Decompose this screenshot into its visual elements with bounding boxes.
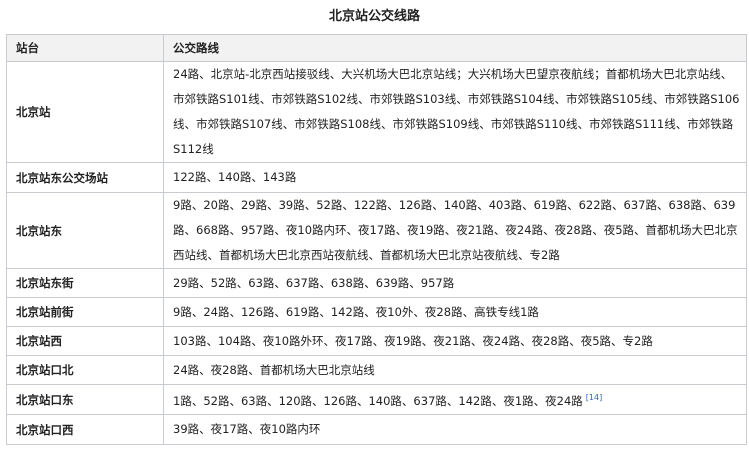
station-name: 北京站东公交场站 — [6, 162, 164, 193]
bus-lines-text: 1路、52路、63路、120路、126路、140路、637路、142路、夜1路、… — [173, 394, 583, 408]
station-name: 北京站东 — [6, 192, 164, 269]
bus-lines: 39路、夜17路、夜10路内环 — [163, 414, 747, 445]
bus-lines: 24路、北京站-北京西站接驳线、大兴机场大巴北京站线；大兴机场大巴望京夜航线；首… — [163, 61, 747, 163]
header-station: 站台 — [6, 34, 164, 62]
bus-lines-text: 9路、20路、29路、39路、52路、122路、126路、140路、403路、6… — [173, 198, 738, 262]
station-name: 北京站东街 — [6, 268, 164, 298]
table-header-row: 站台 公交路线 — [6, 34, 747, 62]
table-row: 北京站东公交场站 122路、140路、143路 — [6, 162, 747, 193]
bus-lines: 9路、24路、126路、619路、142路、夜10外、夜28路、高铁专线1路 — [163, 297, 747, 327]
bus-lines: 122路、140路、143路 — [163, 162, 747, 193]
table-row: 北京站口北 24路、夜28路、首都机场大巴北京站线 — [6, 355, 747, 385]
bus-lines-text: 29路、52路、63路、637路、638路、639路、957路 — [173, 275, 455, 290]
station-name: 北京站西 — [6, 326, 164, 356]
station-name: 北京站口东 — [6, 384, 164, 415]
station-name: 北京站口西 — [6, 414, 164, 445]
header-bus-lines: 公交路线 — [163, 34, 747, 62]
table-row: 北京站口西 39路、夜17路、夜10路内环 — [6, 414, 747, 445]
table-row: 北京站前街 9路、24路、126路、619路、142路、夜10外、夜28路、高铁… — [6, 297, 747, 327]
bus-routes-table: 站台 公交路线 北京站 24路、北京站-北京西站接驳线、大兴机场大巴北京站线；大… — [6, 34, 747, 445]
table-row: 北京站 24路、北京站-北京西站接驳线、大兴机场大巴北京站线；大兴机场大巴望京夜… — [6, 61, 747, 163]
table-row: 北京站西 103路、104路、夜10路外环、夜17路、夜19路、夜21路、夜24… — [6, 326, 747, 356]
bus-lines-text: 9路、24路、126路、619路、142路、夜10外、夜28路、高铁专线1路 — [173, 304, 539, 319]
bus-lines: 24路、夜28路、首都机场大巴北京站线 — [163, 355, 747, 385]
bus-lines-text: 24路、夜28路、首都机场大巴北京站线 — [173, 362, 375, 377]
bus-lines: 9路、20路、29路、39路、52路、122路、126路、140路、403路、6… — [163, 192, 747, 269]
bus-lines-text: 24路、北京站-北京西站接驳线、大兴机场大巴北京站线；大兴机场大巴望京夜航线；首… — [173, 67, 740, 156]
table-row: 北京站口东 1路、52路、63路、120路、126路、140路、637路、142… — [6, 384, 747, 415]
station-name: 北京站口北 — [6, 355, 164, 385]
bus-lines-text: 103路、104路、夜10路外环、夜17路、夜19路、夜21路、夜24路、夜28… — [173, 333, 653, 348]
station-name: 北京站前街 — [6, 297, 164, 327]
bus-lines: 29路、52路、63路、637路、638路、639路、957路 — [163, 268, 747, 298]
bus-lines-text: 122路、140路、143路 — [173, 170, 297, 184]
bus-lines-text: 39路、夜17路、夜10路内环 — [173, 422, 321, 436]
table-row: 北京站东 9路、20路、29路、39路、52路、122路、126路、140路、4… — [6, 192, 747, 269]
table-caption: 北京站公交线路 — [328, 9, 420, 24]
bus-lines: 1路、52路、63路、120路、126路、140路、637路、142路、夜1路、… — [163, 384, 747, 415]
station-name: 北京站 — [6, 61, 164, 163]
bus-lines: 103路、104路、夜10路外环、夜17路、夜19路、夜21路、夜24路、夜28… — [163, 326, 747, 356]
table-row: 北京站东街 29路、52路、63路、637路、638路、639路、957路 — [6, 268, 747, 298]
reference-link[interactable]: [14] — [586, 393, 602, 402]
